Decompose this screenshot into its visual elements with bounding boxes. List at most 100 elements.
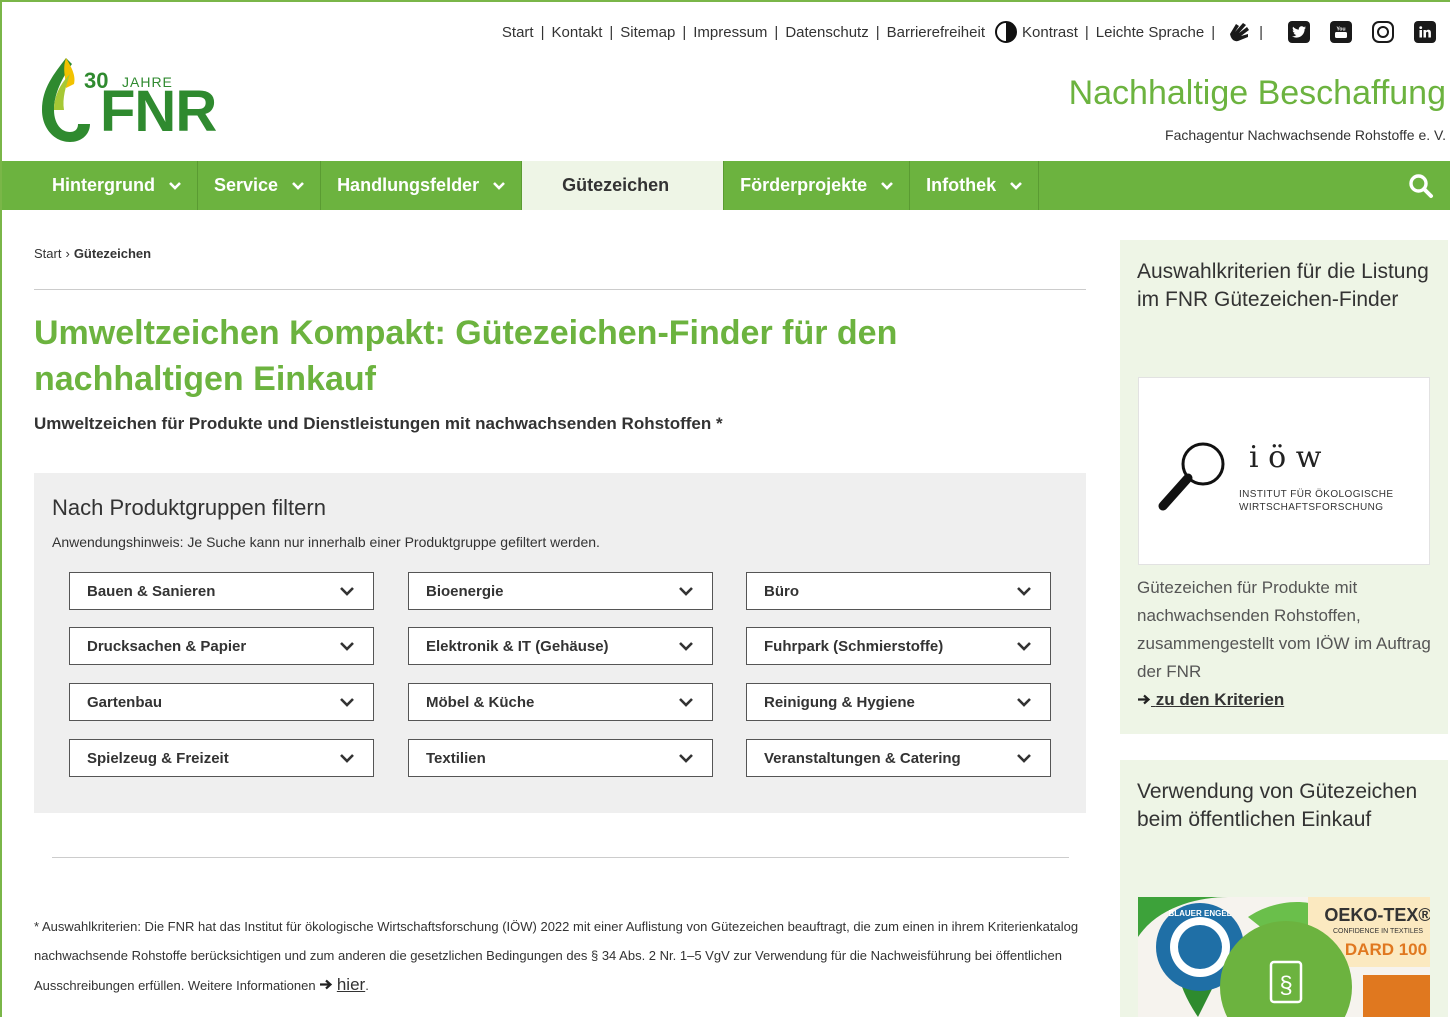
select-textilien[interactable]: Textilien	[408, 739, 713, 777]
chevron-down-icon	[340, 587, 354, 596]
sidebar-box-title: Auswahlkriterien für die Listung im FNR …	[1137, 260, 1429, 311]
linkedin-icon[interactable]	[1414, 21, 1436, 43]
chevron-down-icon	[881, 181, 894, 190]
breadcrumb-home[interactable]: Start	[34, 246, 61, 261]
labels-teaser-image[interactable]: BLAUER ENGEL OEKO-TEX® CONFIDENCE IN TEX…	[1138, 897, 1430, 1017]
instagram-icon[interactable]	[1372, 21, 1394, 43]
sidebar-box-description: Gütezeichen für Produkte mit nachwachsen…	[1137, 578, 1431, 681]
breadcrumb: Start › Gütezeichen	[34, 246, 151, 261]
site-title: Nachhaltige Beschaffung	[1068, 74, 1446, 112]
meta-link-datenschutz[interactable]: Datenschutz	[785, 24, 868, 41]
nav-item-label: Service	[214, 175, 279, 195]
meta-link-impressum[interactable]: Impressum	[693, 24, 767, 41]
select-drucksachen-papier[interactable]: Drucksachen & Papier	[69, 627, 374, 665]
chevron-down-icon	[340, 642, 354, 651]
select-spielzeug-freizeit[interactable]: Spielzeug & Freizeit	[69, 739, 374, 777]
ioew-logo[interactable]: i ö w INSTITUT FÜR ÖKOLOGISCHE WIRTSCHAF…	[1138, 377, 1430, 565]
page-frame-top	[0, 0, 1450, 2]
chevron-down-icon	[493, 181, 505, 190]
chevron-down-icon	[1017, 698, 1031, 707]
select-gartenbau[interactable]: Gartenbau	[69, 683, 374, 721]
contrast-toggle[interactable]: Kontrast	[995, 21, 1078, 43]
nav-item-handlungsfelder[interactable]: Handlungsfelder	[321, 161, 523, 210]
youtube-icon[interactable]: You	[1330, 21, 1352, 43]
meta-link-leichte-sprache[interactable]: Leichte Sprache	[1096, 24, 1204, 41]
divider	[34, 289, 1086, 290]
select-fuhrpark[interactable]: Fuhrpark (Schmierstoffe)	[746, 627, 1051, 665]
nav-item-guetezeichen[interactable]: Gütezeichen	[522, 161, 725, 210]
filter-hint: Anwendungshinweis: Je Suche kann nur inn…	[52, 534, 600, 550]
chevron-down-icon	[340, 754, 354, 763]
labels-paragraph-badge: §	[1279, 972, 1292, 999]
search-icon[interactable]	[1408, 173, 1434, 199]
main-nav: Hintergrund Service Handlungsfelder Güte…	[2, 161, 1450, 210]
labels-collage-image: BLAUER ENGEL OEKO-TEX® CONFIDENCE IN TEX…	[1138, 897, 1430, 1017]
logo-name: FNR	[100, 79, 217, 144]
twitter-icon[interactable]	[1288, 21, 1310, 43]
select-reinigung-hygiene[interactable]: Reinigung & Hygiene	[746, 683, 1051, 721]
contrast-label: Kontrast	[1022, 23, 1078, 41]
select-label: Fuhrpark (Schmierstoffe)	[764, 637, 944, 655]
filter-panel: Nach Produktgruppen filtern Anwendungshi…	[34, 473, 1086, 813]
select-label: Elektronik & IT (Gehäuse)	[426, 637, 609, 655]
chevron-down-icon	[679, 587, 693, 596]
select-elektronik-it[interactable]: Elektronik & IT (Gehäuse)	[408, 627, 713, 665]
labels-blauer-engel: BLAUER ENGEL	[1168, 909, 1231, 918]
select-label: Gartenbau	[87, 693, 163, 711]
contrast-icon	[995, 21, 1017, 43]
select-buero[interactable]: Büro	[746, 572, 1051, 610]
select-label: Büro	[764, 582, 799, 600]
breadcrumb-separator: ›	[65, 246, 70, 261]
page-lead: Umweltzeichen für Produkte und Dienstlei…	[34, 414, 723, 433]
nav-item-foerderprojekte[interactable]: Förderprojekte	[724, 161, 911, 210]
magnifier-icon	[1158, 442, 1225, 511]
chevron-down-icon	[679, 642, 693, 651]
chevron-down-icon	[1017, 587, 1031, 596]
site-logo[interactable]: 30 JAHRE FNR	[36, 54, 266, 146]
nav-item-infothek[interactable]: Infothek	[910, 161, 1040, 210]
select-bauen-sanieren[interactable]: Bauen & Sanieren	[69, 572, 374, 610]
nav-item-label: Hintergrund	[52, 175, 155, 195]
meta-link-kontakt[interactable]: Kontakt	[552, 24, 603, 41]
chevron-down-icon	[679, 698, 693, 707]
select-label: Textilien	[426, 749, 486, 767]
ioew-logo-text: i ö w	[1249, 440, 1322, 475]
chevron-down-icon	[340, 698, 354, 707]
sidebar-public-procurement-box: Verwendung von Gütezeichen beim öffentli…	[1120, 760, 1448, 1017]
select-label: Bioenergie	[426, 582, 504, 600]
select-moebel-kueche[interactable]: Möbel & Küche	[408, 683, 713, 721]
select-label: Reinigung & Hygiene	[764, 693, 915, 711]
footnote-text: * Auswahlkriterien: Die FNR hat das Inst…	[34, 919, 1079, 993]
sidebar-box-title: Verwendung von Gütezeichen beim öffentli…	[1137, 780, 1418, 831]
nav-item-label: Gütezeichen	[562, 175, 670, 195]
chevron-down-icon	[169, 181, 181, 190]
social-links: You	[1284, 21, 1436, 43]
criteria-link[interactable]: zu den Kriterien	[1137, 690, 1284, 710]
page-title: Umweltzeichen Kompakt: Gütezeichen-Finde…	[34, 314, 898, 398]
chevron-down-icon	[1017, 642, 1031, 651]
sidebar-criteria-box: Auswahlkriterien für die Listung im FNR …	[1120, 240, 1448, 734]
nav-item-hintergrund[interactable]: Hintergrund	[2, 161, 198, 210]
criteria-link-label: zu den Kriterien	[1155, 690, 1285, 709]
sign-language-icon[interactable]	[1226, 20, 1252, 44]
chevron-down-icon	[1017, 754, 1031, 763]
ioew-logo-subtitle: INSTITUT FÜR ÖKOLOGISCHE WIRTSCHAFTSFORS…	[1239, 489, 1394, 513]
meta-link-sitemap[interactable]: Sitemap	[620, 24, 675, 41]
nav-item-label: Infothek	[926, 175, 997, 195]
filter-heading: Nach Produktgruppen filtern	[52, 495, 326, 520]
select-veranstaltungen-catering[interactable]: Veranstaltungen & Catering	[746, 739, 1051, 777]
arrow-right-icon	[320, 979, 333, 990]
labels-oeko-tex: OEKO-TEX®	[1324, 905, 1430, 925]
select-label: Spielzeug & Freizeit	[87, 749, 229, 767]
labels-oeko-tex-sub: CONFIDENCE IN TEXTILES	[1333, 928, 1423, 935]
meta-link-start[interactable]: Start	[502, 24, 534, 41]
nav-item-label: Förderprojekte	[740, 175, 868, 195]
arrow-right-icon	[1138, 694, 1151, 705]
nav-item-label: Handlungsfelder	[337, 175, 480, 195]
page-frame-left	[0, 0, 2, 1017]
select-bioenergie[interactable]: Bioenergie	[408, 572, 713, 610]
footnote-link[interactable]: hier	[337, 975, 365, 994]
labels-oeko-tex-std: DARD 100	[1345, 940, 1427, 959]
meta-link-barrierefreiheit[interactable]: Barrierefreiheit	[887, 24, 985, 41]
nav-item-service[interactable]: Service	[198, 161, 322, 210]
